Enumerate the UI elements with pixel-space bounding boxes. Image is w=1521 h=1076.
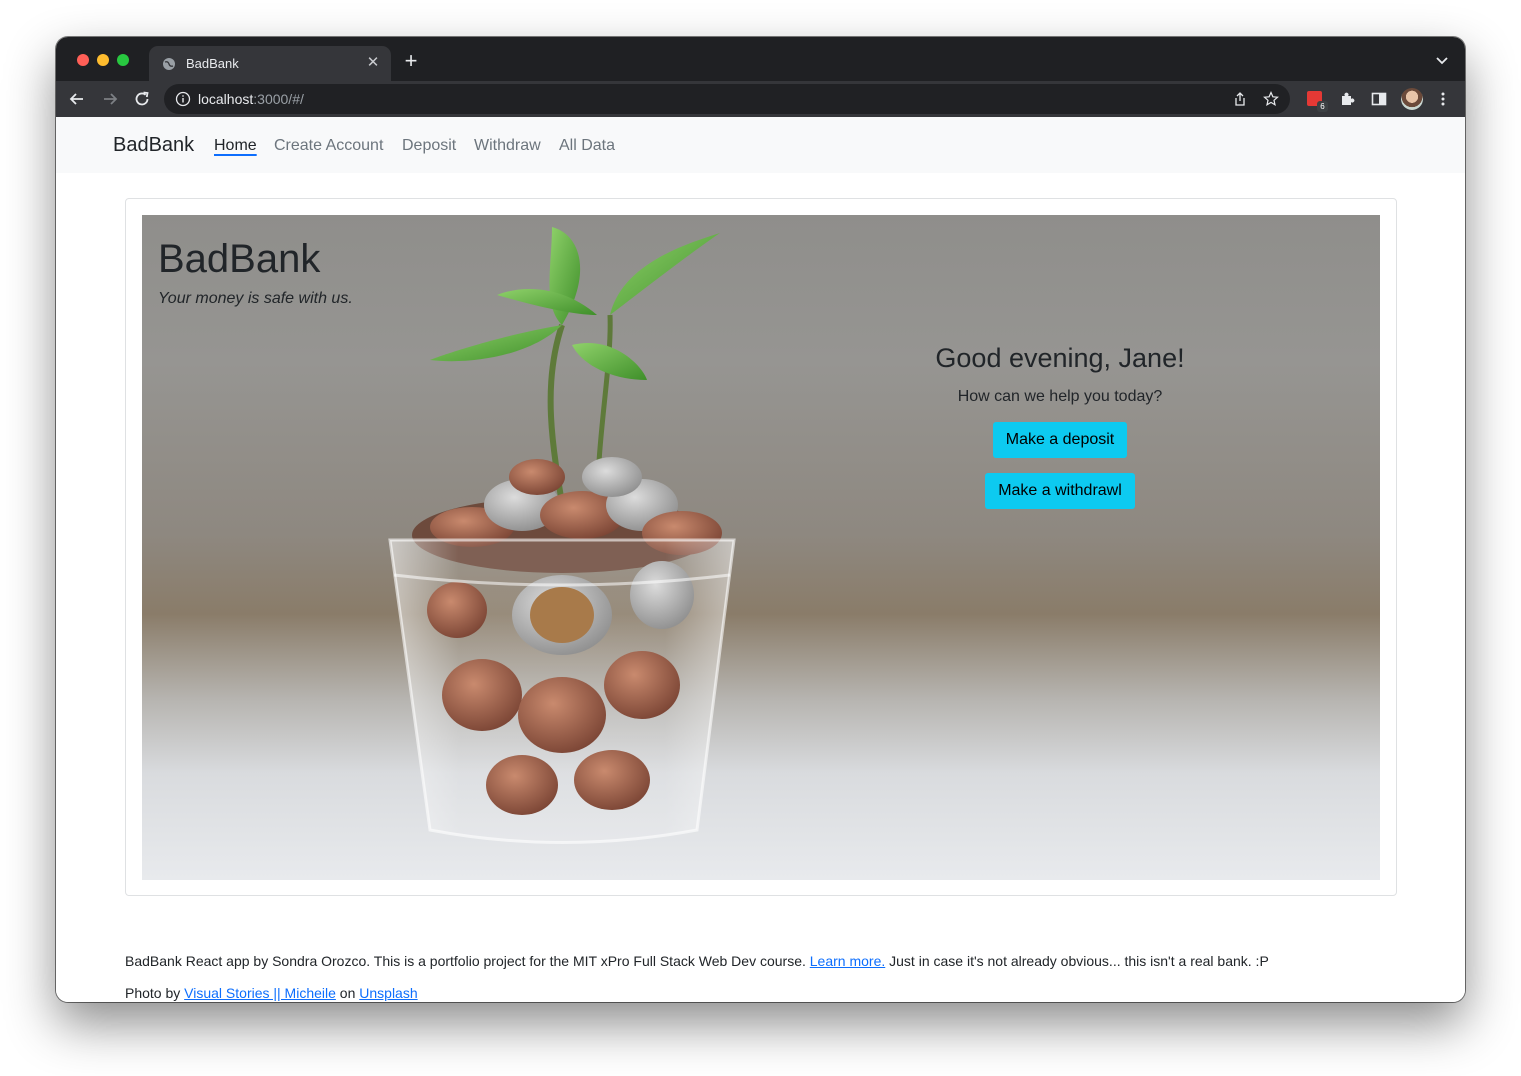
maximize-window-button[interactable] xyxy=(117,54,129,66)
home-card: BadBank Your money is safe with us. Good… xyxy=(125,198,1397,896)
nav-all-data[interactable]: All Data xyxy=(559,137,615,155)
url-path: :3000/#/ xyxy=(253,91,304,107)
nav-home[interactable]: Home xyxy=(214,137,257,155)
hero-tagline: Your money is safe with us. xyxy=(158,290,353,307)
close-window-button[interactable] xyxy=(77,54,89,66)
photo-credit: Photo by Visual Stories || Micheile on U… xyxy=(125,985,418,1001)
navbar-brand[interactable]: BadBank xyxy=(113,134,194,157)
url-host: localhost xyxy=(198,91,254,107)
profile-avatar[interactable] xyxy=(1401,88,1423,110)
info-icon[interactable] xyxy=(175,91,191,107)
photographer-link[interactable]: Visual Stories || Micheile xyxy=(184,985,336,1001)
make-withdrawal-button[interactable]: Make a withdrawl xyxy=(985,473,1135,509)
greeting-subtitle: How can we help you today? xyxy=(957,388,1163,405)
nav-deposit[interactable]: Deposit xyxy=(402,137,456,155)
bookmark-star-icon[interactable] xyxy=(1263,91,1279,107)
footer-disclaimer: Just in case it's not already obvious...… xyxy=(889,953,1269,969)
footer-credits: BadBank React app by Sondra Orozco. This… xyxy=(125,953,1269,969)
page-content: BadBank Home Create Account Deposit With… xyxy=(56,117,1465,1002)
reload-icon[interactable] xyxy=(133,90,151,108)
hero-title: BadBank xyxy=(158,237,321,281)
nav-withdraw[interactable]: Withdraw xyxy=(474,137,541,155)
sidebar-icon[interactable] xyxy=(1370,90,1388,108)
greeting-panel: Good evening, Jane! How can we help you … xyxy=(910,343,1210,509)
photo-by-label: Photo by xyxy=(125,985,181,1001)
plant-in-coin-jar-illustration xyxy=(388,227,736,844)
puzzle-icon[interactable] xyxy=(1338,90,1356,108)
navbar: BadBank Home Create Account Deposit With… xyxy=(56,117,1465,173)
address-bar[interactable]: localhost:3000/#/ xyxy=(164,84,1290,114)
forward-arrow-icon[interactable] xyxy=(101,90,119,108)
url-text[interactable]: localhost:3000/#/ xyxy=(198,91,304,107)
tab-title: BadBank xyxy=(186,56,239,71)
nav-create-account[interactable]: Create Account xyxy=(274,137,383,155)
greeting-title: Good evening, Jane! xyxy=(935,343,1185,373)
make-deposit-button[interactable]: Make a deposit xyxy=(992,422,1128,458)
close-tab-icon[interactable]: ✕ xyxy=(364,54,382,72)
minimize-window-button[interactable] xyxy=(97,54,109,66)
browser-toolbar: localhost:3000/#/ 6 xyxy=(56,81,1465,117)
new-tab-icon[interactable]: + xyxy=(400,50,422,72)
browser-tab[interactable]: BadBank ✕ xyxy=(149,46,391,81)
more-vertical-icon[interactable] xyxy=(1434,90,1452,108)
share-icon[interactable] xyxy=(1232,91,1248,107)
unsplash-link[interactable]: Unsplash xyxy=(359,985,417,1001)
on-label: on xyxy=(339,985,356,1001)
back-arrow-icon[interactable] xyxy=(68,90,86,108)
browser-window: BadBank ✕ + localhost:3000/#/ 6 BadBank … xyxy=(56,37,1465,1002)
chevron-down-icon[interactable] xyxy=(1435,53,1449,67)
globe-icon xyxy=(163,58,175,70)
footer-description: BadBank React app by Sondra Orozco. This… xyxy=(125,953,806,969)
extension-badge: 6 xyxy=(1317,101,1328,112)
learn-more-link[interactable]: Learn more. xyxy=(810,953,885,969)
tab-bar: BadBank ✕ + xyxy=(56,37,1465,81)
hero-image: BadBank Your money is safe with us. Good… xyxy=(142,215,1380,880)
